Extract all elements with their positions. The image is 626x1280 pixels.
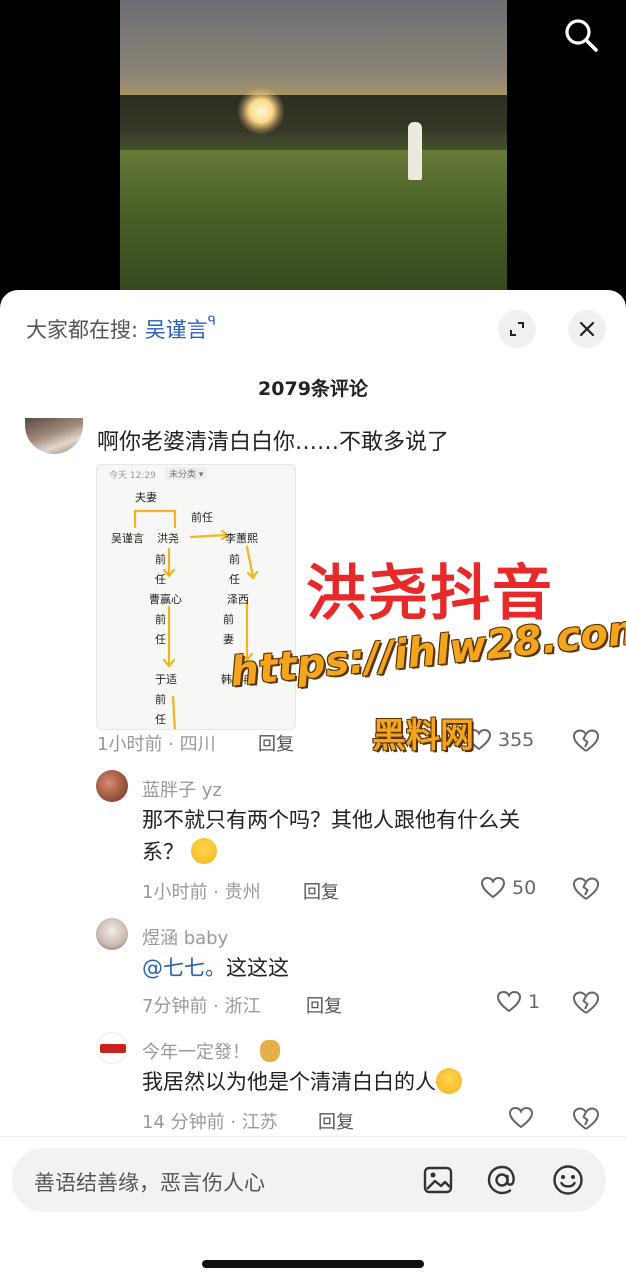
broken-heart-icon (573, 991, 599, 1014)
laughing-emoji-icon (190, 838, 217, 864)
hot-search-link[interactable]: 大家都在搜: 吴谨言ᑫ (26, 314, 216, 344)
divider (0, 1136, 626, 1137)
hot-search-prefix: 大家都在搜: (26, 318, 139, 342)
reply-text-line: 这这这 (226, 956, 289, 980)
reply-meta: 7分钟前 · 浙江 (142, 996, 261, 1017)
search-icon (565, 19, 598, 52)
image-label: 前 (223, 613, 234, 626)
sun (238, 88, 284, 134)
image-label: 任 (155, 633, 166, 646)
image-label: 夫妻 (135, 491, 157, 504)
heart-icon (480, 876, 506, 899)
avatar[interactable] (96, 918, 128, 950)
mention-button[interactable] (484, 1162, 520, 1198)
image-label: 前任 (191, 511, 213, 524)
reply-text-line: 那不就只有两个吗？其他人跟他有什么关 (142, 808, 520, 832)
golfer-figure (408, 122, 422, 180)
image-label: 李蕙熙 (225, 532, 258, 545)
reply-text-line: 我居然以为他是个清清白白的人 (142, 1070, 436, 1094)
app-screen: 大家都在搜: 吴谨言ᑫ 2079条评论 啊你老婆清清白白你……不敢多说了 今天 … (0, 0, 626, 1280)
reply-text[interactable]: 那不就只有两个吗？其他人跟他有什么关 系？ (142, 804, 520, 868)
comment-text[interactable]: 啊你老婆清清白白你……不敢多说了 (97, 424, 449, 456)
close-icon (579, 321, 595, 337)
avatar[interactable] (96, 1032, 128, 1064)
image-header-time: 今天 12:29 (109, 471, 156, 481)
comment-list[interactable]: 啊你老婆清清白白你……不敢多说了 今天 12:29 未分类 ▾ 夫妻 前任 吴谨… (0, 410, 626, 1138)
tree-line (120, 95, 507, 155)
reply-username[interactable]: 今年一定發！ (142, 1038, 280, 1064)
like-count: 1 (528, 991, 541, 1013)
like-count: 50 (512, 877, 537, 899)
like-count: 355 (498, 729, 535, 751)
search-button[interactable] (560, 14, 604, 58)
emoji-icon (553, 1165, 583, 1195)
image-label: 妻 (223, 633, 234, 646)
reply-meta: 1小时前 · 贵州 (142, 882, 261, 903)
image-label: 曹赢心 (149, 593, 182, 606)
avatar-stamp (100, 1044, 126, 1053)
video-player[interactable] (0, 0, 626, 300)
image-label: 洪尧 (157, 532, 179, 545)
reply-text[interactable]: @七七。这这这 (142, 952, 289, 984)
image-label: 于适 (155, 673, 177, 686)
image-label: 前 (155, 613, 166, 626)
image-label: 前 (229, 553, 240, 566)
image-label: 前 (155, 553, 166, 566)
heart-icon (496, 990, 522, 1013)
dislike-button[interactable] (572, 876, 600, 906)
golf-field (120, 150, 507, 300)
heart-icon (508, 1106, 534, 1129)
hot-search-keyword[interactable]: 吴谨言 (145, 318, 208, 342)
image-header-tag: 未分类 ▾ (165, 467, 208, 480)
image-label: 前 (155, 693, 166, 706)
comment-input-placeholder: 善语结善缘，恶言伤人心 (34, 1171, 265, 1195)
money-bag-icon (260, 1040, 280, 1062)
image-icon (423, 1166, 453, 1194)
dislike-button[interactable] (572, 990, 600, 1020)
pleading-emoji-icon (436, 1068, 462, 1094)
expand-icon (510, 322, 524, 336)
reply-username[interactable]: 煜涵 baby (142, 924, 228, 950)
image-label: 任 (155, 713, 166, 726)
like-button[interactable]: 355 (466, 728, 534, 752)
reply-button[interactable]: 回复 (258, 730, 294, 756)
reply-meta: 14 分钟前 · 江苏 (142, 1112, 278, 1133)
expand-button[interactable] (498, 310, 536, 348)
image-label: 泽西 (227, 593, 249, 606)
at-icon (487, 1165, 515, 1195)
close-button[interactable] (568, 310, 606, 348)
image-label: 任 (155, 573, 166, 586)
avatar[interactable] (25, 418, 83, 454)
image-label: 任 (229, 573, 240, 586)
video-frame[interactable] (120, 0, 507, 300)
hot-search-mag-icon: ᑫ (207, 314, 216, 329)
comment-count: 2079条评论 (258, 378, 368, 400)
watermark-site: 黑料网 (372, 716, 474, 756)
broken-heart-icon (573, 1107, 599, 1130)
comment-input[interactable]: 善语结善缘，恶言伤人心 (12, 1148, 606, 1212)
reply-text[interactable]: 我居然以为他是个清清白白的人 (142, 1066, 462, 1098)
home-indicator[interactable] (202, 1260, 424, 1268)
reply-button[interactable]: 回复 (303, 878, 339, 904)
avatar[interactable] (96, 770, 128, 802)
comments-sheet: 大家都在搜: 吴谨言ᑫ 2079条评论 啊你老婆清清白白你……不敢多说了 今天 … (0, 290, 626, 1280)
reply-button[interactable]: 回复 (306, 992, 342, 1018)
reply-text-line: 系？ (142, 840, 184, 864)
reply-username-text: 今年一定發！ (142, 1042, 250, 1063)
reply-username[interactable]: 蓝胖子 yz (142, 776, 222, 802)
emoji-button[interactable] (550, 1162, 586, 1198)
dislike-button[interactable] (572, 728, 600, 758)
broken-heart-icon (573, 877, 599, 900)
reply-button[interactable]: 回复 (318, 1108, 354, 1134)
like-button[interactable]: 50 (480, 876, 536, 900)
image-button[interactable] (420, 1162, 456, 1198)
mention-link[interactable]: @七七。 (142, 956, 226, 980)
image-label: 吴谨言 (111, 532, 144, 545)
like-button[interactable]: 1 (496, 990, 540, 1014)
dislike-button[interactable] (572, 1106, 600, 1136)
comment-meta: 1小时前 · 四川 (97, 734, 216, 755)
like-button[interactable] (508, 1106, 534, 1130)
broken-heart-icon (573, 729, 599, 752)
